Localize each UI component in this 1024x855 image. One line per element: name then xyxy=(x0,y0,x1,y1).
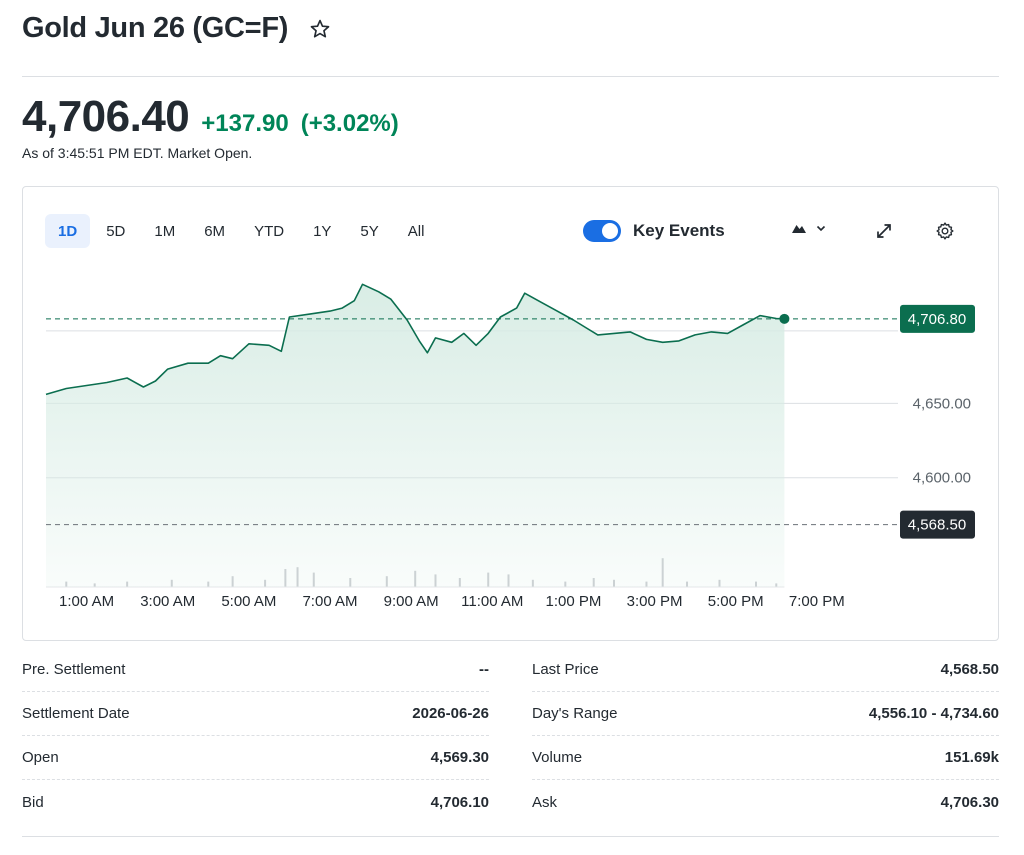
stat-value: 151.69k xyxy=(944,749,999,766)
stat-row: Volume 151.69k xyxy=(532,736,999,780)
stat-label: Bid xyxy=(22,793,44,811)
stats-right-column: Last Price 4,568.50 Day's Range 4,556.10 - … xyxy=(532,648,999,824)
footer-divider xyxy=(22,836,999,837)
range-tab-1d[interactable]: 1D xyxy=(45,214,91,248)
price-change-percent: (+3.02%) xyxy=(300,110,399,137)
stat-label: Settlement Date xyxy=(22,705,130,722)
stat-value: 2026-06-26 xyxy=(412,705,489,722)
range-tab-5d[interactable]: 5D xyxy=(93,214,138,248)
chart-card: 1D 5D 1M 6M YTD 1Y 5Y All Key Events 4,650.00 4,… xyxy=(22,186,999,641)
stat-value: 4,569.30 xyxy=(430,749,489,766)
toggle-switch[interactable] xyxy=(583,220,621,242)
stat-row: Open 4,569.30 xyxy=(22,736,489,780)
stat-label: Last Price xyxy=(532,661,599,678)
stat-value: 4,556.10 - 4,734.60 xyxy=(868,705,999,722)
key-events-label: Key Events xyxy=(633,221,725,240)
stat-label: Ask xyxy=(532,793,558,811)
stat-value: 4,706.10 xyxy=(430,793,489,811)
x-tick-label: 5:00 PM xyxy=(708,593,764,610)
x-tick-label: 5:00 AM xyxy=(221,593,276,610)
stat-label: Day's Range xyxy=(532,705,618,722)
range-tab-1m[interactable]: 1M xyxy=(141,214,188,248)
stat-value: -- xyxy=(479,661,489,678)
x-tick-label: 1:00 AM xyxy=(59,593,114,610)
price-area xyxy=(46,284,785,587)
x-tick-label: 3:00 PM xyxy=(627,593,683,610)
y-tick-label: 4,600.00 xyxy=(913,470,971,487)
stat-label: Volume xyxy=(532,749,583,766)
as-of-timestamp: As of 3:45:51 PM EDT. Market Open. xyxy=(22,145,253,161)
y-tick-label: 4,650.00 xyxy=(913,395,971,412)
price-row: 4,706.40 +137.90 (+3.02%) xyxy=(22,92,399,142)
range-tab-1y[interactable]: 1Y xyxy=(300,214,344,248)
stat-row: Settlement Date 2026-06-26 xyxy=(22,692,489,736)
x-tick-label: 9:00 AM xyxy=(384,593,439,610)
current-price-badge-label: 4,706.80 xyxy=(908,311,966,328)
expand-icon[interactable] xyxy=(875,222,893,245)
toggle-knob xyxy=(602,223,618,239)
mountain-chart-icon xyxy=(792,225,806,233)
x-tick-label: 7:00 PM xyxy=(789,593,845,610)
chart-type-dropdown[interactable] xyxy=(791,222,827,234)
stat-row: Ask 4,706.30 xyxy=(532,780,999,824)
x-tick-label: 1:00 PM xyxy=(545,593,601,610)
title-row: Gold Jun 26 (GC=F) xyxy=(22,12,332,45)
price-chart[interactable]: 4,650.00 4,600.00 4,706.80 4,568.50 1:00 AM 3… xyxy=(23,262,998,622)
chevron-down-icon xyxy=(816,225,826,232)
previous-close-badge-label: 4,568.50 xyxy=(908,517,966,534)
x-tick-label: 7:00 AM xyxy=(302,593,357,610)
range-tab-5y[interactable]: 5Y xyxy=(347,214,391,248)
last-price: 4,706.40 xyxy=(22,92,190,141)
x-tick-label: 11:00 AM xyxy=(461,593,523,610)
header-divider xyxy=(22,76,999,77)
stat-label: Pre. Settlement xyxy=(22,661,126,678)
page-title: Gold Jun 26 (GC=F) xyxy=(22,12,289,44)
range-tab-ytd[interactable]: YTD xyxy=(241,214,297,248)
stat-value: 4,568.50 xyxy=(940,661,999,678)
stat-label: Open xyxy=(22,749,59,766)
range-tab-6m[interactable]: 6M xyxy=(191,214,238,248)
stats-left-column: Pre. Settlement -- Settlement Date 2026-06-… xyxy=(22,648,489,824)
current-price-dot xyxy=(779,313,790,324)
stat-value: 4,706.30 xyxy=(940,793,999,811)
gear-icon[interactable] xyxy=(935,221,955,246)
price-change: +137.90 xyxy=(201,110,289,137)
stat-row: Bid 4,706.10 xyxy=(22,780,489,824)
x-tick-label: 3:00 AM xyxy=(140,593,195,610)
stat-row: Last Price 4,568.50 xyxy=(532,648,999,692)
stat-row: Day's Range 4,556.10 - 4,734.60 xyxy=(532,692,999,736)
range-tab-all[interactable]: All xyxy=(395,214,438,248)
key-events-toggle[interactable]: Key Events xyxy=(583,220,725,242)
stat-row: Pre. Settlement -- xyxy=(22,648,489,692)
star-icon[interactable] xyxy=(308,17,332,41)
range-tabs: 1D 5D 1M 6M YTD 1Y 5Y All xyxy=(45,214,440,248)
